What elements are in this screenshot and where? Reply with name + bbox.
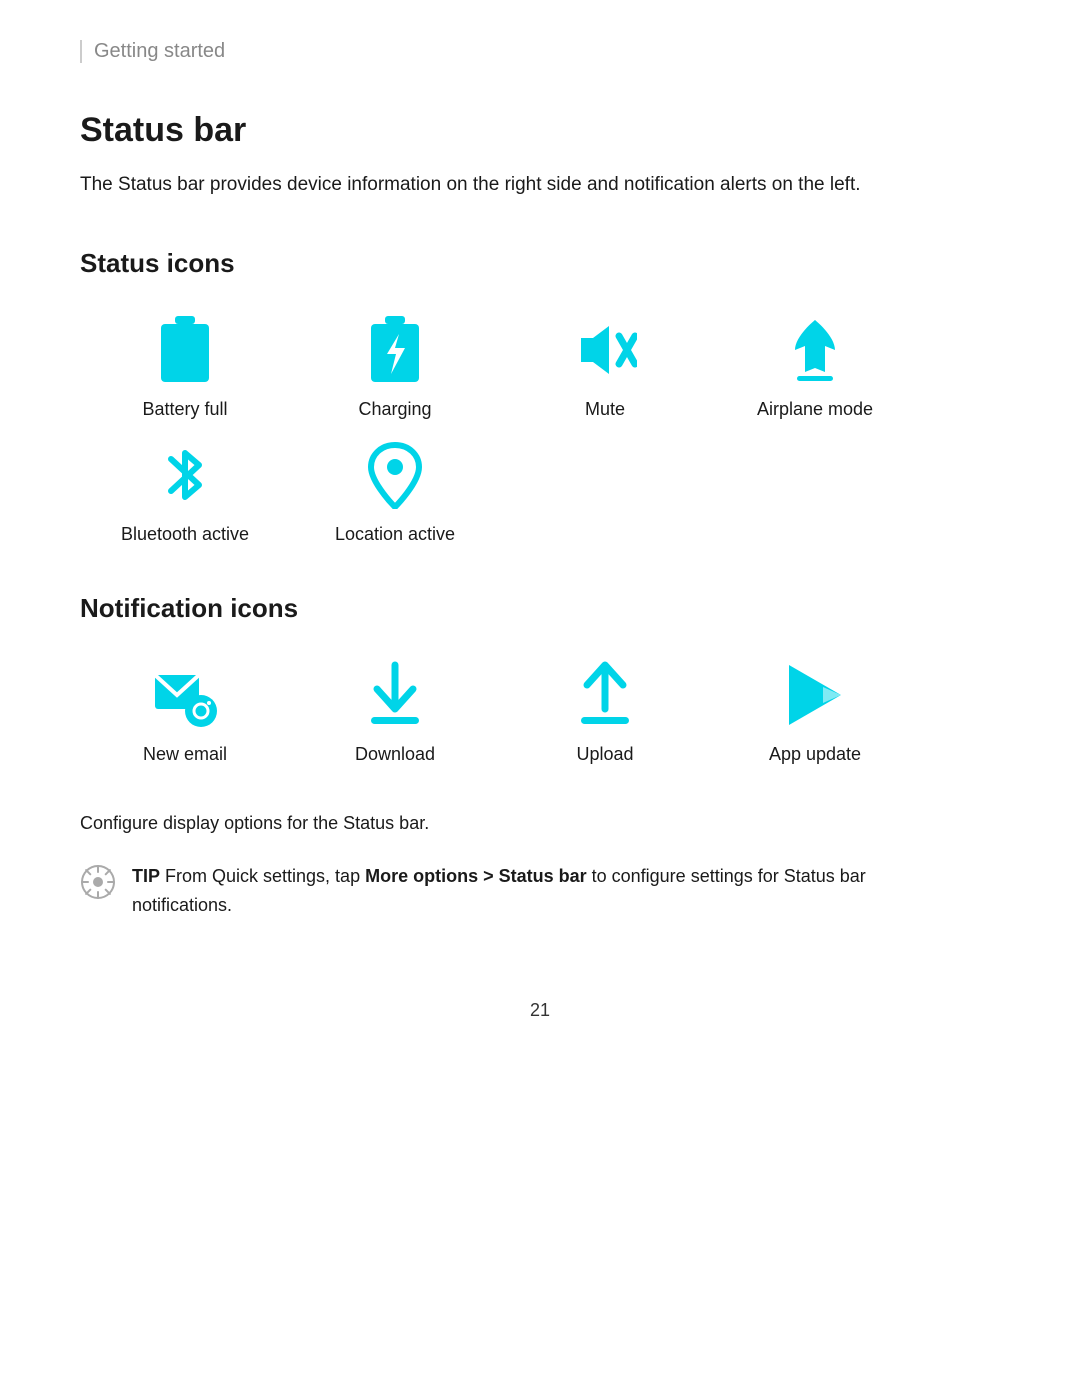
page-number: 21 [80, 1000, 1000, 1021]
tip-text: From Quick settings, tap [160, 866, 365, 886]
new-email-item: New email [80, 660, 290, 765]
charging-item: Charging [290, 315, 500, 420]
app-update-item: App update [710, 660, 920, 765]
tip-box: TIP From Quick settings, tap More option… [80, 862, 960, 920]
download-label: Download [355, 744, 435, 765]
airplane-mode-label: Airplane mode [757, 399, 873, 420]
notification-icons-grid: New email Download Upload [80, 660, 1000, 765]
upload-item: Upload [500, 660, 710, 765]
mute-icon [570, 315, 640, 385]
tip-icon [80, 864, 116, 900]
bluetooth-item: Bluetooth active [80, 440, 290, 545]
airplane-mode-item: Airplane mode [710, 315, 920, 420]
battery-full-icon [150, 315, 220, 385]
status-icons-grid: Battery full Charging Mute [80, 315, 1000, 545]
location-item: Location active [290, 440, 500, 545]
app-update-label: App update [769, 744, 861, 765]
airplane-mode-icon [780, 315, 850, 385]
charging-label: Charging [358, 399, 431, 420]
status-icons-title: Status icons [80, 248, 1000, 279]
new-email-label: New email [143, 744, 227, 765]
configure-text: Configure display options for the Status… [80, 813, 1000, 834]
new-email-icon [150, 660, 220, 730]
bluetooth-icon [150, 440, 220, 510]
location-icon [360, 440, 430, 510]
tip-bold: More options > Status bar [365, 866, 587, 886]
upload-icon [570, 660, 640, 730]
page-title: Status bar [80, 111, 1000, 150]
battery-full-label: Battery full [142, 399, 227, 420]
tip-prefix: TIP [132, 866, 160, 886]
download-item: Download [290, 660, 500, 765]
bluetooth-label: Bluetooth active [121, 524, 249, 545]
location-label: Location active [335, 524, 455, 545]
notification-icons-title: Notification icons [80, 593, 1000, 624]
tip-content: TIP From Quick settings, tap More option… [132, 862, 960, 920]
mute-item: Mute [500, 315, 710, 420]
charging-icon [360, 315, 430, 385]
app-update-icon [780, 660, 850, 730]
breadcrumb: Getting started [80, 40, 1000, 63]
upload-label: Upload [576, 744, 633, 765]
mute-label: Mute [585, 399, 625, 420]
battery-full-item: Battery full [80, 315, 290, 420]
download-icon [360, 660, 430, 730]
description: The Status bar provides device informati… [80, 170, 940, 200]
